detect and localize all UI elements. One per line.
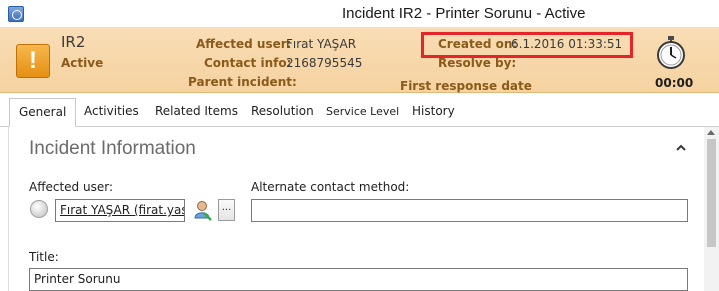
user-picker-icon[interactable] — [193, 199, 213, 221]
tab-bar: General Activities Related Items Resolut… — [0, 94, 719, 127]
alternate-contact-label: Alternate contact method: — [251, 180, 410, 194]
scroll-up-icon[interactable] — [707, 130, 715, 135]
warning-icon: ! — [16, 44, 50, 78]
parent-incident-label: Parent incident: — [188, 75, 297, 89]
incident-status: Active — [61, 56, 104, 70]
alternate-contact-input[interactable] — [251, 199, 688, 222]
title-input[interactable]: Printer Sorunu — [29, 268, 688, 291]
collapse-chevron-icon[interactable] — [676, 144, 686, 152]
tab-activities[interactable]: Activities — [84, 98, 139, 127]
incident-id: IR2 — [61, 33, 86, 51]
vertical-scrollbar[interactable] — [704, 127, 719, 291]
affected-user-input[interactable]: Fırat YAŞAR (firat.yasar) — [55, 199, 185, 222]
timer-value: 00:00 — [655, 76, 694, 90]
section-title: Incident Information — [29, 138, 196, 159]
tab-history[interactable]: History — [412, 98, 455, 127]
tab-resolution[interactable]: Resolution — [251, 98, 314, 127]
affected-user-value: Fırat YAŞAR — [286, 37, 357, 51]
affected-user-field-label: Affected user: — [29, 180, 113, 194]
app-icon[interactable] — [8, 6, 24, 22]
scrollbar-thumb[interactable] — [707, 139, 716, 247]
stopwatch-icon — [657, 36, 685, 69]
contact-info-value: 2168795545 — [286, 56, 363, 70]
title-field-label: Title: — [29, 250, 59, 264]
window-title: Incident IR2 - Printer Sorunu - Active — [342, 5, 586, 22]
title-bar: Incident IR2 - Printer Sorunu - Active — [0, 0, 719, 28]
created-on-highlight — [421, 32, 633, 58]
tab-general[interactable]: General — [9, 98, 77, 127]
resolve-by-label: Resolve by: — [438, 56, 517, 70]
affected-user-label: Affected user: — [196, 37, 292, 51]
browse-user-button[interactable]: ... — [218, 199, 235, 221]
first-response-label: First response date — [400, 79, 532, 93]
tab-service-level[interactable]: Service Level — [326, 98, 399, 127]
contact-info-label: Contact info: — [204, 56, 292, 70]
user-presence-icon — [30, 200, 48, 218]
tab-related-items[interactable]: Related Items — [155, 98, 238, 127]
